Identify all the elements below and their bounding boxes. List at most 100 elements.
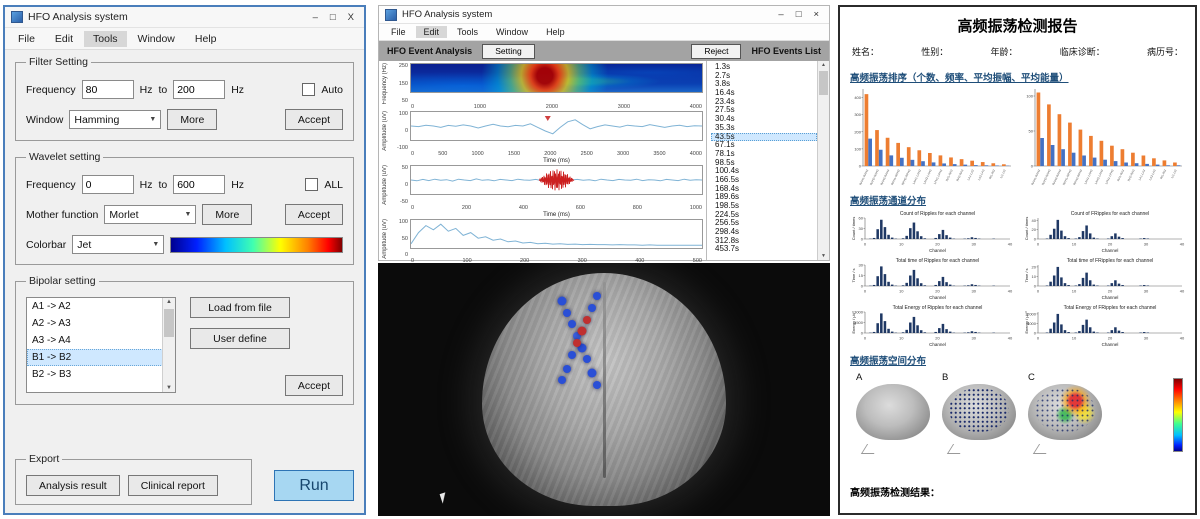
x-tick: 0: [411, 205, 414, 212]
svg-text:0: 0: [859, 164, 862, 169]
close-button[interactable]: X: [348, 12, 354, 23]
svg-text:LAH2-LAH3: LAH2-LAH3: [922, 168, 933, 184]
scroll-up-icon[interactable]: ▲: [818, 62, 829, 68]
clinical-report-button[interactable]: Clinical report: [128, 475, 218, 496]
y-tick: 50: [402, 165, 408, 171]
user-define-button[interactable]: User define: [190, 328, 290, 349]
menu-item[interactable]: Edit: [46, 31, 82, 47]
svg-text:30: 30: [972, 289, 977, 294]
analysis-result-button[interactable]: Analysis result: [26, 475, 120, 496]
menu-item[interactable]: Window: [488, 26, 536, 38]
svg-text:20: 20: [935, 242, 940, 247]
menu-item[interactable]: Help: [186, 31, 226, 47]
time-frequency-spectrogram[interactable]: [411, 64, 702, 92]
menu-item[interactable]: Tools: [449, 26, 486, 38]
y-tick: 100: [399, 219, 408, 225]
svg-text:30: 30: [859, 226, 864, 231]
all-checkbox[interactable]: [305, 178, 318, 191]
wavelet-accept-button[interactable]: Accept: [285, 204, 343, 225]
run-button[interactable]: Run: [274, 470, 354, 501]
filter-freq-to-input[interactable]: [173, 80, 225, 99]
window-select[interactable]: Hamming ▼: [69, 110, 161, 129]
x-tick: 3500: [653, 151, 665, 158]
app-icon: [385, 9, 397, 21]
app-icon: [11, 11, 23, 23]
export-group: Export Analysis result Clinical report: [15, 453, 252, 505]
event-list-item[interactable]: 453.7s: [711, 245, 817, 254]
svg-text:20: 20: [1032, 264, 1037, 269]
filter-accept-button[interactable]: Accept: [285, 109, 343, 130]
x-tick: 1000: [472, 151, 484, 158]
time-fripples-chart: Total time of FRipples for each channel0…: [1023, 256, 1185, 301]
menu-item[interactable]: File: [9, 31, 44, 47]
patient-info-label: 性别：: [921, 45, 948, 58]
bipolar-accept-button[interactable]: Accept: [285, 375, 343, 396]
channel-list-item[interactable]: A1 -> A2: [27, 298, 163, 315]
x-tick: 2000: [546, 104, 558, 111]
menu-item[interactable]: Edit: [416, 26, 448, 38]
scrollbar-thumb[interactable]: [164, 309, 174, 337]
scroll-up-icon[interactable]: ▲: [163, 299, 175, 305]
wavelet-more-button[interactable]: More: [202, 204, 252, 225]
hfo-burst-plot[interactable]: [411, 166, 702, 194]
to-label: to: [158, 84, 167, 96]
energy-ripples-chart: Total Energy of Ripples for each channel…: [850, 303, 1013, 348]
frequency-label: Frequency: [26, 84, 76, 96]
svg-text:RA2-RA3: RA2-RA3: [955, 168, 964, 181]
section-ranking-heading: 高频振荡排序（个数、频率、平均振幅、平均能量）: [850, 70, 1185, 84]
minimize-button[interactable]: –: [778, 9, 783, 20]
x-tick: 4000: [690, 151, 702, 158]
event-analysis-label: HFO Event Analysis: [387, 46, 472, 56]
colorbar-select[interactable]: Jet ▼: [72, 235, 164, 254]
brain-3d-panel[interactable]: [378, 263, 830, 516]
events-list[interactable]: 1.3s2.7s3.8s16.4s23.4s27.5s30.4s35.3s43.…: [707, 61, 817, 260]
svg-text:RA2-RA3: RA2-RA3: [1127, 168, 1136, 181]
maximize-button[interactable]: □: [796, 9, 802, 20]
setting-button[interactable]: Setting: [482, 44, 534, 59]
filtered-signal-plot[interactable]: [411, 112, 702, 140]
frequency-spectrum-plot[interactable]: [411, 220, 702, 248]
axes-3d-icon: [947, 444, 966, 454]
load-from-file-button[interactable]: Load from file: [190, 297, 290, 318]
events-list-scrollbar[interactable]: ▲ ▼: [817, 61, 829, 260]
svg-text:LA1-LA2: LA1-LA2: [966, 168, 975, 181]
channel-list-item[interactable]: A2 -> A3: [27, 315, 163, 332]
minimize-button[interactable]: –: [313, 12, 318, 23]
svg-text:Total Energy of FRipples for e: Total Energy of FRipples for each channe…: [1064, 305, 1157, 311]
menu-item[interactable]: Help: [538, 26, 573, 38]
channel-list-item[interactable]: B2 -> B3: [27, 366, 163, 383]
channel-distribution-grid: Count of Ripples for each channel0306001…: [850, 209, 1185, 348]
close-button[interactable]: ×: [813, 9, 819, 20]
svg-text:40: 40: [1008, 336, 1013, 341]
svg-text:Time / s: Time / s: [1024, 268, 1029, 282]
filter-freq-from-input[interactable]: [82, 80, 134, 99]
maximize-button[interactable]: □: [330, 12, 336, 23]
svg-text:LA2-LA3: LA2-LA3: [1148, 168, 1157, 181]
channel-list-item[interactable]: B1 -> B2: [27, 349, 163, 366]
svg-text:20: 20: [1108, 289, 1113, 294]
menu-item[interactable]: Window: [129, 31, 184, 47]
scroll-down-icon[interactable]: ▼: [163, 385, 175, 391]
brain-figure-b: [942, 384, 1016, 440]
channel-list-item[interactable]: A3 -> A4: [27, 332, 163, 349]
bipolar-setting-legend: Bipolar setting: [26, 275, 99, 287]
wavelet-freq-from-input[interactable]: [82, 175, 134, 194]
brain-3d-render[interactable]: [482, 273, 726, 506]
svg-text:0: 0: [864, 289, 867, 294]
scrollbar-thumb[interactable]: [819, 71, 828, 95]
filter-more-button[interactable]: More: [167, 109, 217, 130]
auto-checkbox[interactable]: [302, 83, 315, 96]
bipolar-channel-list[interactable]: ▲ ▼ A1 -> A2A2 -> A3A3 -> A4B1 -> B2B2 -…: [26, 297, 176, 393]
scroll-down-icon[interactable]: ▼: [818, 253, 829, 259]
x-axis-label: Time (ms): [410, 158, 703, 165]
mother-function-value: Morlet: [109, 209, 138, 221]
wavelet-freq-to-input[interactable]: [173, 175, 225, 194]
svg-text:0: 0: [1037, 336, 1040, 341]
menu-item[interactable]: Tools: [84, 31, 127, 47]
reject-button[interactable]: Reject: [691, 44, 741, 59]
x-axis-label: Time (ms): [410, 212, 703, 219]
menu-item[interactable]: File: [383, 26, 414, 38]
bipolar-list-scrollbar[interactable]: ▲ ▼: [162, 298, 175, 392]
mother-function-select[interactable]: Morlet ▼: [104, 205, 196, 224]
svg-text:40: 40: [1032, 218, 1037, 223]
